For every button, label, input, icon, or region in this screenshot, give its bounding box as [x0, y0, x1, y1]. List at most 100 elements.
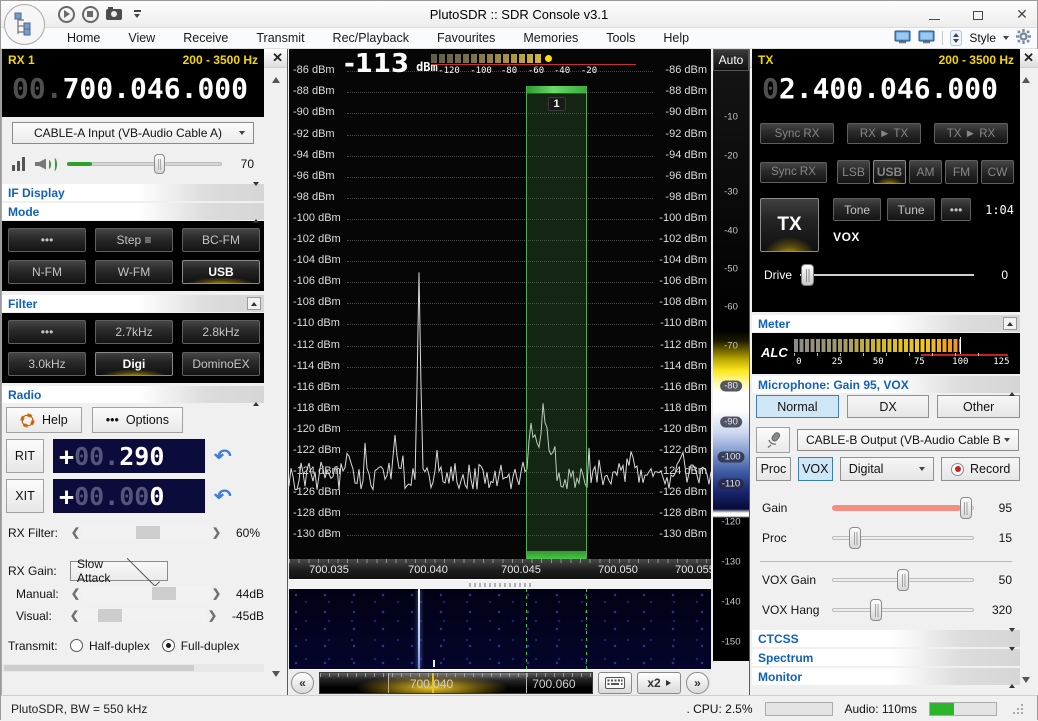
rx-mode-button-usb[interactable]: USB [182, 260, 260, 284]
rx-mode-button-bc-fm[interactable]: BC-FM [182, 228, 260, 252]
close-button[interactable]: ✕ [1013, 6, 1031, 23]
drive-slider-thumb[interactable] [801, 264, 814, 286]
rx-mode-button-n-fm[interactable]: N-FM [8, 260, 86, 284]
waterfall-colorbar[interactable]: Auto -10-20-30-40-50-60-70-80-90-100-110… [713, 49, 749, 663]
collapse-arrow-icon[interactable] [1009, 670, 1015, 684]
menu-item-home[interactable]: Home [53, 29, 114, 47]
splitter-handle-icon[interactable] [469, 583, 531, 587]
digital-select[interactable]: Digital [840, 457, 935, 481]
receive-horizontal-scrollbar[interactable] [2, 664, 264, 672]
xit-undo-icon[interactable]: ↶ [214, 487, 232, 506]
tx-sync-button-sync-rx[interactable]: Sync RX [760, 123, 834, 144]
panel-close-icon[interactable]: ✕ [1023, 50, 1034, 66]
half-duplex-radio[interactable] [70, 639, 83, 652]
rx-filter-button-3-0khz[interactable]: 3.0kHz [8, 352, 86, 376]
maximize-button[interactable] [969, 7, 987, 23]
rit-display[interactable]: +00.290 [53, 439, 205, 473]
section-filter[interactable]: Filter [2, 295, 264, 312]
tx-mode-button-fm[interactable]: FM [945, 160, 978, 184]
scroll-left-button[interactable]: « [291, 672, 314, 694]
tx-sync-button-tx-rx[interactable]: TX ► RX [934, 123, 1008, 144]
rx-volume-slider-thumb[interactable] [154, 154, 165, 174]
colorbar-scale[interactable]: -10-20-30-40-50-60-70-80-90-100-110-120-… [713, 71, 749, 661]
receive-scroll-down[interactable] [268, 671, 284, 677]
rx-filter-button-dots[interactable]: ••• [8, 320, 86, 344]
menu-item-view[interactable]: View [114, 29, 169, 47]
manual-gain-slider[interactable]: ❮❯ [70, 586, 222, 601]
collapse-arrow-icon[interactable] [253, 205, 259, 219]
mic-proc-slider[interactable] [832, 527, 974, 549]
proc-button[interactable]: Proc [756, 457, 791, 481]
visual-gain-slider[interactable]: ❮❯ [69, 608, 218, 623]
section-monitor[interactable]: Monitor [752, 668, 1020, 685]
collapse-arrow-icon[interactable] [247, 297, 261, 310]
mic-profile-button-normal[interactable]: Normal [756, 395, 839, 418]
rx-filter-button-2-7khz[interactable]: 2.7kHz [95, 320, 173, 344]
tx-frequency-value[interactable]: 02.400.046.000 [758, 72, 1014, 105]
tone-button[interactable]: Tone [833, 198, 881, 221]
monitor-1-icon[interactable] [894, 30, 911, 47]
tx-transmit-button[interactable]: TX [760, 198, 819, 252]
rx-channel-bottom-cap[interactable] [527, 551, 586, 559]
half-duplex-label[interactable]: Half-duplex [89, 639, 150, 653]
minimize-button[interactable] [925, 7, 943, 23]
rx-filter-button-digi[interactable]: Digi [95, 352, 173, 376]
vox-button[interactable]: VOX [798, 457, 833, 481]
tune-button[interactable]: Tune [887, 198, 935, 221]
rx-filter-button-2-8khz[interactable]: 2.8kHz [182, 320, 260, 344]
menu-item-receive[interactable]: Receive [169, 29, 242, 47]
menu-item-transmit[interactable]: Transmit [242, 29, 318, 47]
keyboard-entry-button[interactable] [598, 672, 632, 694]
rx-volume-slider[interactable] [67, 154, 222, 174]
tx-mode-button-cw[interactable]: CW [981, 160, 1014, 184]
receive-scroll-up[interactable] [268, 77, 284, 83]
rx-channel-marker[interactable]: 1 [526, 86, 587, 559]
style-label[interactable]: Style [969, 31, 996, 45]
settings-gear-icon[interactable] [1016, 29, 1031, 47]
collapse-arrow-icon[interactable] [1003, 317, 1017, 330]
zoom-button[interactable]: x2 [637, 672, 681, 694]
rit-undo-icon[interactable]: ↶ [214, 447, 232, 466]
tx-frequency-display[interactable]: TX 200 - 3500 Hz 02.400.046.000 Sync RXR… [752, 49, 1020, 312]
panel-close-icon[interactable]: ✕ [272, 50, 283, 66]
tx-sync-button-rx-tx[interactable]: RX ► TX [847, 123, 921, 144]
tx-mode-button-am[interactable]: AM [909, 160, 942, 184]
resize-grip-icon[interactable] [1013, 704, 1023, 714]
colorbar-auto-button[interactable]: Auto [713, 49, 749, 71]
collapse-arrow-icon[interactable] [253, 186, 259, 200]
section-ctcss[interactable]: CTCSS [752, 630, 1020, 647]
drive-slider[interactable] [800, 264, 974, 286]
options-button[interactable]: ••• Options [92, 407, 183, 433]
microphone-button[interactable] [756, 427, 790, 453]
style-spinner-icon[interactable] [950, 30, 962, 46]
rx-frequency-value[interactable]: 00.700.046.000 [8, 72, 258, 105]
vox-hang-slider[interactable] [832, 599, 974, 621]
monitor-2-icon[interactable] [918, 30, 935, 47]
rit-button[interactable]: RIT [6, 439, 44, 473]
tx-sync-rx-button[interactable]: Sync RX [760, 162, 827, 183]
menu-item-favourites[interactable]: Favourites [423, 29, 509, 47]
vox-hang-slider-thumb[interactable] [870, 599, 882, 621]
vox-gain-slider[interactable] [832, 569, 974, 591]
section-mode[interactable]: Mode [2, 203, 264, 220]
rx-mode-button-w-fm[interactable]: W-FM [95, 260, 173, 284]
app-logo-icon[interactable] [4, 4, 45, 45]
section-if-display[interactable]: IF Display [2, 184, 264, 201]
collapse-arrow-icon[interactable] [1009, 632, 1015, 646]
scroll-right-button[interactable]: » [686, 672, 709, 694]
mic-gain-slider-thumb[interactable] [960, 497, 972, 519]
rx-gain-select[interactable]: Slow Attack [70, 561, 168, 581]
mic-proc-slider-thumb[interactable] [849, 527, 861, 549]
menu-item-help[interactable]: Help [649, 29, 703, 47]
frequency-axis[interactable]: 700.035700.040700.045700.050700.055 [289, 559, 711, 579]
menu-item-tools[interactable]: Tools [592, 29, 649, 47]
transmit-scroll-down[interactable] [1018, 677, 1034, 683]
rx-filter-button-dominoex[interactable]: DominoEX [182, 352, 260, 376]
section-meter[interactable]: Meter [752, 315, 1020, 332]
rx-channel-top-cap[interactable] [527, 86, 586, 94]
menu-item-rec-playback[interactable]: Rec/Playback [319, 29, 423, 47]
xit-display[interactable]: +00.000 [53, 479, 205, 513]
rx-frequency-display[interactable]: RX 1 200 - 3500 Hz 00.700.046.000 [2, 49, 264, 117]
rx-mode-button-dots[interactable]: ••• [8, 228, 86, 252]
section-microphone[interactable]: Microphone: Gain 95, VOX [752, 376, 1020, 393]
